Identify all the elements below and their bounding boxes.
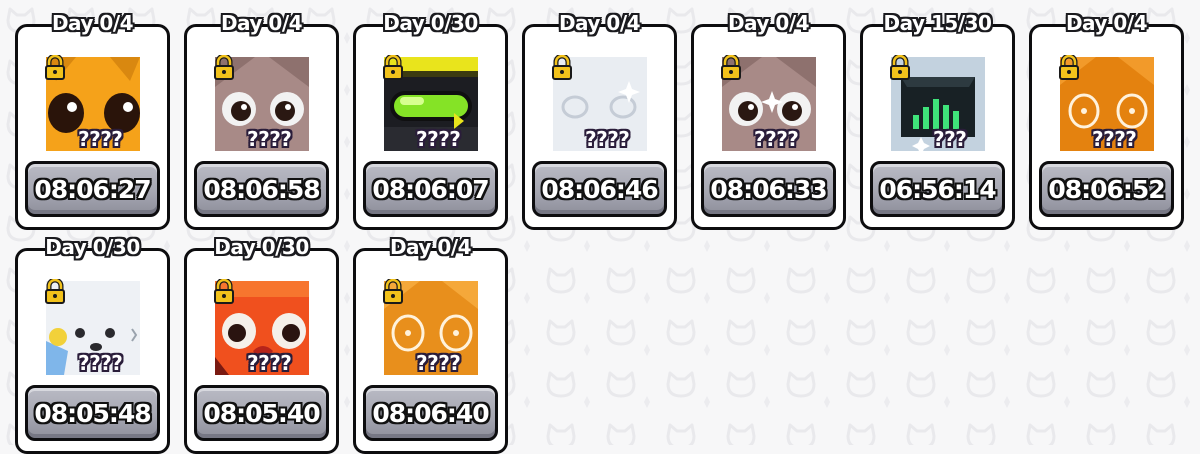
countdown-timer: 08:06:33 (710, 174, 827, 204)
day-progress-label: Day 0/4 (727, 11, 810, 35)
timer-button[interactable]: 08:06:07 (363, 161, 498, 217)
day-progress-label: Day 0/4 (558, 11, 641, 35)
reward-card[interactable]: Day 0/4 ???? 08:06:46 (522, 11, 677, 230)
countdown-timer: 08:06:27 (34, 174, 151, 204)
day-progress-label: Day 0/30 (45, 235, 140, 259)
countdown-timer: 08:06:58 (203, 174, 320, 204)
hidden-pet-name: ???? (78, 351, 123, 375)
timer-button[interactable]: 08:06:33 (701, 161, 836, 217)
reward-card[interactable]: Day 15/30 ??? 06:56:14 (860, 11, 1015, 230)
reward-card[interactable]: Day 0/30 ???? 08:05:40 (184, 235, 339, 454)
timer-button[interactable]: 08:06:27 (25, 161, 160, 217)
timer-button[interactable]: 08:06:46 (532, 161, 667, 217)
reward-card[interactable]: Day 0/4 ???? 08:06:33 (691, 11, 846, 230)
reward-card[interactable]: Day 0/30 ???? 08:05:48 (15, 235, 170, 454)
timer-button[interactable]: 08:06:40 (363, 385, 498, 441)
lock-icon (45, 279, 65, 304)
countdown-timer: 08:05:40 (203, 398, 320, 428)
lock-icon (552, 55, 572, 80)
reward-card[interactable]: Day 0/30 ???? 08:06:07 (353, 11, 508, 230)
timer-button[interactable]: 06:56:14 (870, 161, 1005, 217)
day-progress-label: Day 15/30 (883, 11, 992, 35)
lock-icon (890, 55, 910, 80)
reward-card[interactable]: Day 0/4 ???? 08:06:58 (184, 11, 339, 230)
hidden-pet-name: ???? (416, 351, 461, 375)
countdown-timer: 08:06:07 (372, 174, 489, 204)
hidden-pet-name: ???? (754, 127, 799, 151)
countdown-timer: 08:05:48 (34, 398, 151, 428)
timer-button[interactable]: 08:06:52 (1039, 161, 1174, 217)
reward-card[interactable]: Day 0/4 ???? 08:06:27 (15, 11, 170, 230)
timer-button[interactable]: 08:06:58 (194, 161, 329, 217)
lock-icon (383, 55, 403, 80)
hidden-pet-name: ???? (247, 351, 292, 375)
countdown-timer: 08:06:40 (372, 398, 489, 428)
reward-card[interactable]: Day 0/4 ???? 08:06:52 (1029, 11, 1184, 230)
hidden-pet-name: ???? (78, 127, 123, 151)
countdown-timer: 08:06:46 (541, 174, 658, 204)
day-progress-label: Day 0/30 (383, 11, 478, 35)
hidden-pet-name: ??? (933, 127, 967, 151)
hidden-pet-name: ???? (247, 127, 292, 151)
timer-button[interactable]: 08:05:48 (25, 385, 160, 441)
hidden-pet-name: ???? (416, 127, 461, 151)
countdown-timer: 08:06:52 (1048, 174, 1165, 204)
hidden-pet-name: ???? (1092, 127, 1137, 151)
day-progress-label: Day 0/4 (220, 11, 303, 35)
day-progress-label: Day 0/4 (1065, 11, 1148, 35)
lock-icon (45, 55, 65, 80)
lock-icon (214, 55, 234, 80)
day-progress-label: Day 0/30 (214, 235, 309, 259)
day-progress-label: Day 0/4 (51, 11, 134, 35)
reward-card[interactable]: Day 0/4 ???? 08:06:40 (353, 235, 508, 454)
timer-button[interactable]: 08:05:40 (194, 385, 329, 441)
day-progress-label: Day 0/4 (389, 235, 472, 259)
lock-icon (721, 55, 741, 80)
hidden-pet-name: ???? (585, 127, 630, 151)
lock-icon (383, 279, 403, 304)
lock-icon (1059, 55, 1079, 80)
countdown-timer: 06:56:14 (879, 174, 996, 204)
lock-icon (214, 279, 234, 304)
